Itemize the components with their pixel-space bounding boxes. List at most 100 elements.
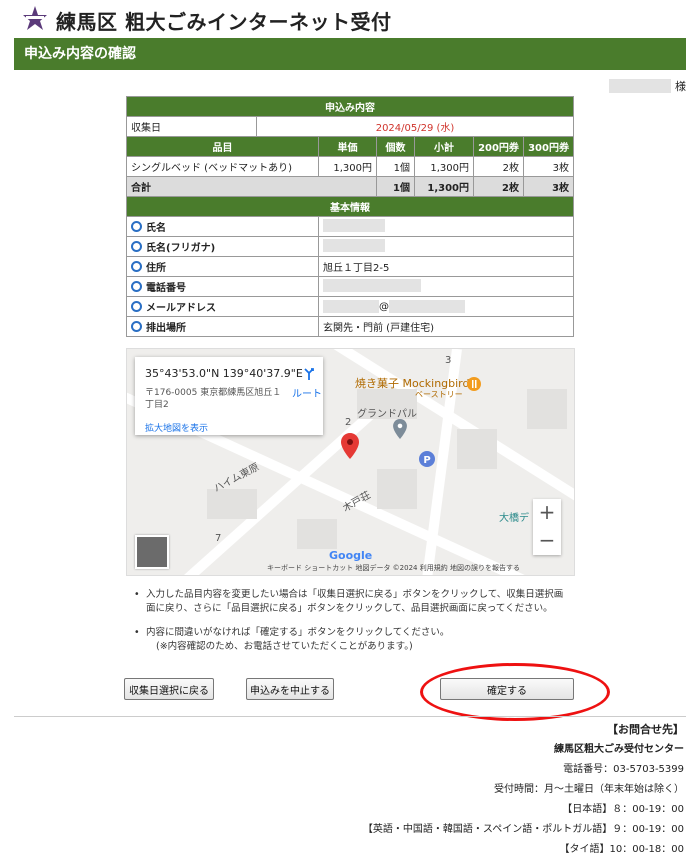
col-item: 品目: [126, 136, 319, 157]
site-title: 練馬区 粗大ごみインターネット受付: [56, 10, 392, 34]
map-number: 2: [345, 417, 352, 428]
site-header: 練馬区 粗大ごみインターネット受付: [0, 0, 700, 38]
info-row-address: 住所 旭丘１丁目2-5: [126, 256, 575, 277]
total-ticket200: 2枚: [473, 176, 524, 197]
note-3: (※内容確認のため、お電話させていただくことがあります。): [156, 641, 413, 652]
zoom-out-button[interactable]: −: [533, 527, 561, 555]
location-pin-icon: [341, 433, 359, 459]
route-link[interactable]: ルート: [292, 385, 322, 400]
map-label-building: グランドパル: [357, 409, 417, 420]
user-suffix: 様: [675, 80, 686, 93]
item-name: シングルベッド (ベッドマットあり): [126, 156, 319, 177]
contact-lang-japanese: 【日本語】８：00-19：00: [562, 804, 684, 815]
redacted-value: [323, 300, 379, 313]
cancel-application-button[interactable]: 申込みを中止する: [246, 678, 334, 700]
zoom-controls: + −: [533, 499, 561, 555]
user-name-redacted: [609, 79, 671, 93]
bullet-circle-icon: [131, 281, 142, 292]
col-unit-price: 単価: [318, 136, 377, 157]
info-value-email-at: @: [379, 301, 389, 313]
total-label: 合計: [126, 176, 377, 197]
redacted-value: [323, 218, 385, 232]
map-number: 7: [215, 533, 222, 544]
collection-date-value: 2024/05/29 (水): [255, 116, 575, 137]
item-subtotal: 1,300円: [414, 156, 474, 177]
page-heading: 申込み内容の確認: [14, 38, 686, 70]
parking-icon: P: [419, 451, 435, 467]
application-section-title: 申込み内容: [125, 96, 575, 117]
notes: • 入力した品目内容を変更したい場合は「収集日選択に戻る」ボタンをクリックして、…: [134, 588, 564, 654]
col-subtotal: 小計: [414, 136, 474, 157]
zoom-in-button[interactable]: +: [533, 499, 561, 527]
bullet-circle-icon: [131, 261, 142, 272]
info-label: 住所: [146, 263, 166, 274]
application-table: 申込み内容 収集日 2024/05/29 (水) 品目 単価 個数 小計 200…: [125, 96, 575, 337]
divider: [14, 716, 686, 717]
map-label-ohashi: 大橋デ: [499, 513, 529, 524]
info-label: 氏名(フリガナ): [146, 243, 216, 254]
route-icon[interactable]: [302, 367, 316, 381]
note-1: 入力した品目内容を変更したい場合は「収集日選択に戻る」ボタンをクリックして、収集…: [146, 589, 564, 614]
user-name: 様: [609, 78, 686, 94]
col-ticket200: 200円券: [473, 136, 524, 157]
contact-heading: 【お問合せ先】: [607, 723, 684, 736]
place-pin-icon: [393, 419, 407, 439]
bullet-dot-icon: •: [134, 589, 140, 600]
bullet-dot-icon: •: [134, 627, 140, 638]
info-row-kana: 氏名(フリガナ): [126, 236, 575, 257]
svg-text:P: P: [423, 455, 430, 466]
total-qty: 1個: [376, 176, 415, 197]
col-ticket300: 300円券: [522, 136, 575, 157]
item-unit-price: 1,300円: [318, 156, 377, 177]
contact-lang-thai: 【タイ語】10：00-18：00: [559, 844, 684, 855]
info-label: 氏名: [146, 223, 166, 234]
total-subtotal: 1,300円: [414, 176, 474, 197]
contact-center: 練馬区粗大ごみ受付センター: [554, 744, 684, 755]
map-label-shop-sub: ベーストリー: [415, 390, 463, 399]
confirmation-sheet: 申込み内容 収集日 2024/05/29 (水) 品目 単価 個数 小計 200…: [125, 96, 575, 337]
bullet-circle-icon: [131, 241, 142, 252]
highlight-oval: [420, 663, 610, 721]
total-row: 合計 1個 1,300円 2枚 3枚: [126, 176, 575, 197]
item-ticket300: 3枚: [522, 156, 575, 177]
info-row-location: 排出場所 玄関先・門前 (戸建住宅): [126, 316, 575, 337]
info-row-phone: 電話番号: [126, 276, 575, 297]
google-logo: Google: [329, 549, 373, 562]
info-value-location: 玄関先・門前 (戸建住宅): [317, 316, 575, 337]
info-row-email: メールアドレス @: [126, 296, 575, 317]
item-ticket200: 2枚: [473, 156, 524, 177]
col-qty: 個数: [376, 136, 415, 157]
map-info-card: 35°43'53.0"N 139°40'37.9"E 〒176-0005 東京都…: [135, 357, 323, 435]
info-label: メールアドレス: [146, 303, 216, 314]
info-label: 電話番号: [146, 283, 186, 294]
food-icon: [467, 377, 481, 391]
collection-date-label: 収集日: [126, 116, 257, 137]
bullet-circle-icon: [131, 221, 142, 232]
contact-info: 【お問合せ先】 練馬区粗大ごみ受付センター 電話番号：03-5703-5399 …: [363, 720, 684, 860]
table-row: シングルベッド (ベッドマットあり) 1,300円 1個 1,300円 2枚 3…: [126, 156, 575, 177]
map-address: 〒176-0005 東京都練馬区旭丘１丁目2: [145, 388, 282, 410]
item-qty: 1個: [376, 156, 415, 177]
redacted-value: [323, 278, 421, 292]
note-2: 内容に間違いがなければ「確定する」ボタンをクリックしてください。: [146, 627, 450, 638]
total-ticket300: 3枚: [522, 176, 575, 197]
map-view[interactable]: 3 焼き菓子 Mockingbird ベーストリー グランドパル 2 ハイム東原…: [126, 348, 575, 576]
info-value-address: 旭丘１丁目2-5: [317, 256, 575, 277]
info-row-name: 氏名: [126, 216, 575, 237]
enlarge-map-link[interactable]: 拡大地図を表示: [145, 421, 208, 434]
back-to-date-button[interactable]: 収集日選択に戻る: [124, 678, 214, 700]
map-number: 3: [445, 355, 452, 366]
basic-info-title: 基本情報: [125, 196, 575, 217]
satellite-toggle-icon[interactable]: [135, 535, 169, 569]
contact-hours: 受付時間：月～土曜日（年末年始は除く）: [494, 784, 684, 795]
bullet-circle-icon: [131, 301, 142, 312]
info-label: 排出場所: [146, 323, 186, 334]
redacted-value: [389, 300, 465, 313]
bullet-circle-icon: [131, 321, 142, 332]
map-footer: キーボード ショートカット 地図データ ©2024 利用規約 地図の誤りを報告す…: [267, 564, 520, 572]
map-coords: 35°43'53.0"N 139°40'37.9"E: [145, 367, 303, 380]
nerima-logo-icon: [23, 6, 47, 30]
contact-phone: 電話番号：03-5703-5399: [563, 764, 684, 775]
redacted-value: [323, 238, 385, 252]
contact-lang-multi: 【英語・中国語・韓国語・スペイン語・ポルトガル語】９：00-19：00: [362, 824, 684, 835]
